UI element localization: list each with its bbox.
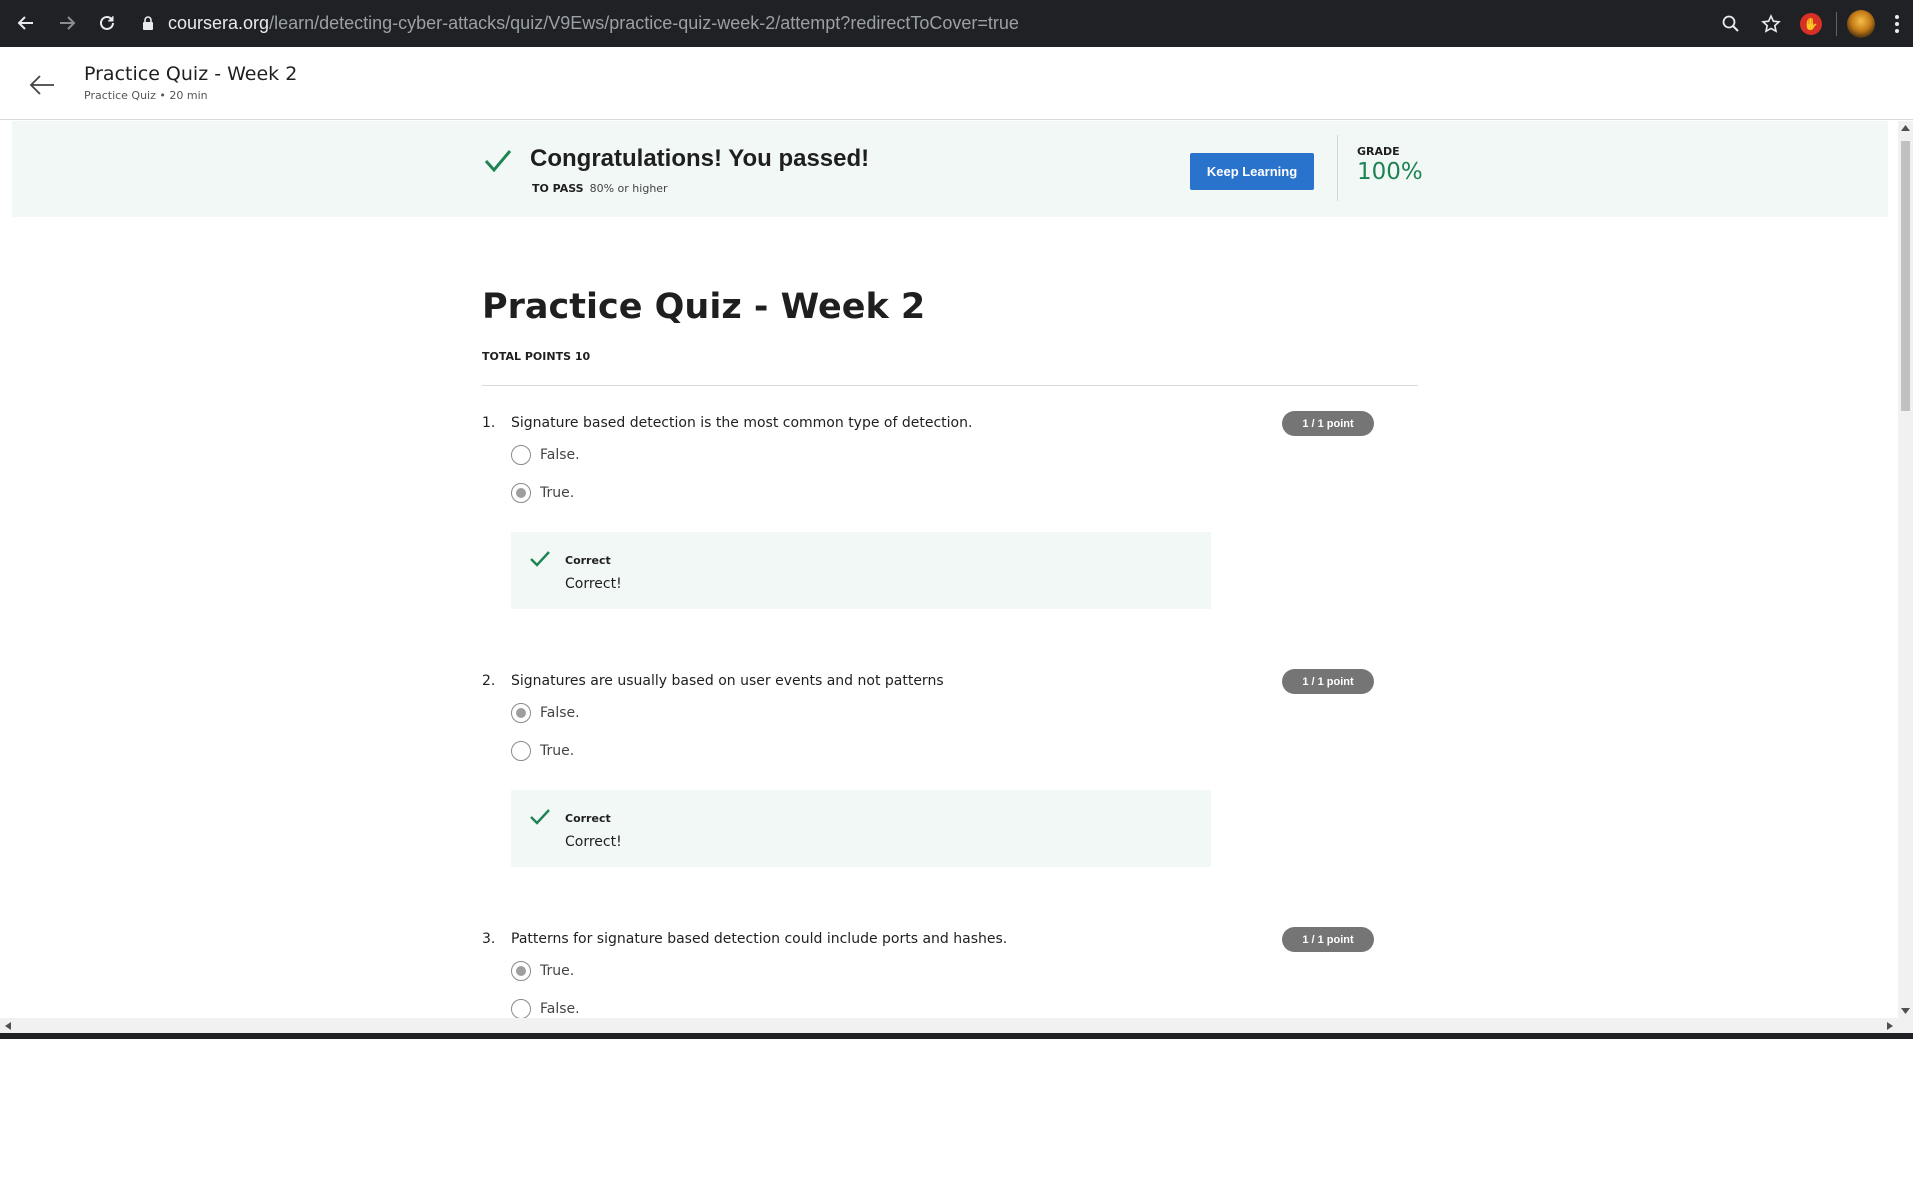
option-true[interactable]: True. <box>511 482 574 504</box>
points-badge: 1 / 1 point <box>1282 411 1374 436</box>
question-text: Signature based detection is the most co… <box>511 415 973 431</box>
feedback-title: Correct <box>565 554 611 567</box>
question-number: 3. <box>482 931 496 947</box>
reload-icon[interactable] <box>89 5 125 41</box>
scroll-left-icon[interactable] <box>5 1022 11 1030</box>
address-bar[interactable]: coursera.org/learn/detecting-cyber-attac… <box>138 5 1698 41</box>
option-true[interactable]: True. <box>511 740 574 762</box>
radio-button-selected[interactable] <box>511 961 531 981</box>
radio-button[interactable] <box>511 445 531 465</box>
url-text: coursera.org/learn/detecting-cyber-attac… <box>168 12 1019 33</box>
option-false[interactable]: False. <box>511 444 580 466</box>
option-label: False. <box>540 705 580 721</box>
header-title: Practice Quiz - Week 2 <box>84 63 298 85</box>
pass-requirement: TO PASS 80% or higher <box>532 182 668 195</box>
question-2: 2. Signatures are usually based on user … <box>482 669 1418 923</box>
grade-value: 100% <box>1357 159 1423 185</box>
feedback-box: Correct Correct! <box>511 790 1211 867</box>
option-label: False. <box>540 447 580 463</box>
menu-kebab-icon[interactable] <box>1881 0 1913 47</box>
page-title: Practice Quiz - Week 2 <box>482 287 926 327</box>
keep-learning-button[interactable]: Keep Learning <box>1190 153 1314 190</box>
horizontal-scrollbar[interactable] <box>0 1018 1913 1033</box>
option-label: True. <box>540 485 575 501</box>
vertical-scrollbar[interactable] <box>1898 121 1913 1018</box>
option-label: True. <box>540 743 575 759</box>
feedback-text: Correct! <box>565 576 622 592</box>
result-banner: Congratulations! You passed! TO PASS 80% … <box>12 121 1888 217</box>
feedback-box: Correct Correct! <box>511 532 1211 609</box>
pass-message: Congratulations! You passed! <box>530 145 870 172</box>
checkmark-icon <box>483 148 513 179</box>
radio-button-selected[interactable] <box>511 483 531 503</box>
option-label: False. <box>540 1001 580 1017</box>
divider <box>482 385 1418 386</box>
points-badge: 1 / 1 point <box>1282 669 1374 694</box>
question-text: Signatures are usually based on user eve… <box>511 673 944 689</box>
scroll-up-icon[interactable] <box>1901 125 1910 131</box>
grade-label: GRADE <box>1357 145 1400 158</box>
taskbar-strip <box>0 1033 1913 1039</box>
radio-button-selected[interactable] <box>511 703 531 723</box>
radio-button[interactable] <box>511 999 531 1019</box>
question-1: 1. Signature based detection is the most… <box>482 411 1418 665</box>
app-header: Practice Quiz - Week 2 Practice Quiz • 2… <box>0 47 1913 120</box>
option-false[interactable]: False. <box>511 998 580 1020</box>
checkmark-icon <box>529 808 551 831</box>
browser-toolbar: coursera.org/learn/detecting-cyber-attac… <box>0 0 1913 47</box>
question-text: Patterns for signature based detection c… <box>511 931 1008 947</box>
scrollbar-thumb[interactable] <box>1901 141 1910 411</box>
points-badge: 1 / 1 point <box>1282 927 1374 952</box>
zoom-icon[interactable] <box>1711 0 1751 47</box>
option-label: True. <box>540 963 575 979</box>
scroll-right-icon[interactable] <box>1887 1022 1893 1030</box>
option-true[interactable]: True. <box>511 960 574 982</box>
question-number: 2. <box>482 673 496 689</box>
scroll-down-icon[interactable] <box>1901 1008 1910 1014</box>
radio-button[interactable] <box>511 741 531 761</box>
profile-avatar[interactable] <box>1841 0 1881 47</box>
question-number: 1. <box>482 415 496 431</box>
extension-icon[interactable]: ✋ <box>1791 0 1831 47</box>
grade-divider <box>1337 135 1338 201</box>
back-icon[interactable] <box>8 5 44 41</box>
feedback-text: Correct! <box>565 834 622 850</box>
toolbar-separator <box>1831 0 1841 47</box>
checkmark-icon <box>529 550 551 573</box>
forward-icon[interactable] <box>49 5 85 41</box>
question-3: 3. Patterns for signature based detectio… <box>482 927 1418 1181</box>
back-arrow-icon[interactable] <box>26 69 58 101</box>
bookmark-star-icon[interactable] <box>1751 0 1791 47</box>
header-subtitle: Practice Quiz • 20 min <box>84 89 208 102</box>
total-points: TOTAL POINTS 10 <box>482 350 591 363</box>
feedback-title: Correct <box>565 812 611 825</box>
lock-icon <box>138 16 158 30</box>
option-false[interactable]: False. <box>511 702 580 724</box>
